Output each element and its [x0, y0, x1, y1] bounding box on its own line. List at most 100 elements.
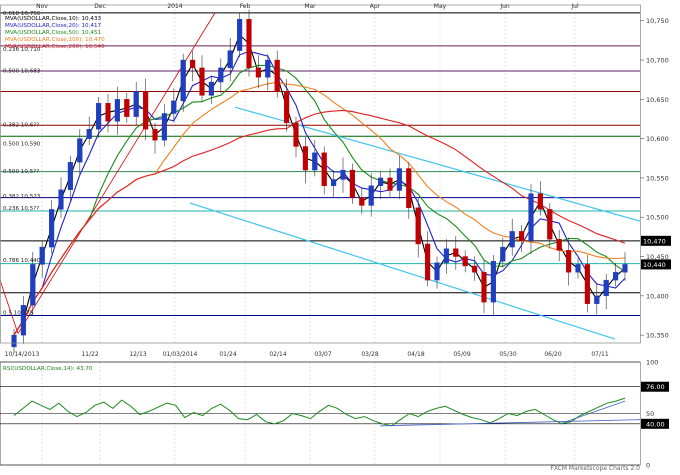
date-label: 12/13 [129, 351, 146, 358]
legend-entry: MVA(USDOLLAR,Close,20): 10,417 [5, 23, 102, 29]
legend-entry: MVA(USDOLLAR,Close,50): 10,451 [5, 30, 102, 36]
candle-body [246, 18, 252, 69]
date-label: 07/11 [591, 351, 608, 358]
date-label: 05/09 [453, 351, 470, 358]
candle-body [302, 146, 309, 171]
candle-body [312, 152, 318, 171]
candle-body [227, 50, 233, 69]
fib-label: 0.500 10,5?? [3, 169, 39, 175]
price-tick-label: 10,700 [646, 57, 669, 65]
candle-body [556, 239, 562, 251]
price-tick-label: 10,500 [646, 214, 669, 222]
candle-body [86, 128, 92, 139]
candle-body [453, 248, 459, 257]
date-label: 04/18 [407, 351, 424, 358]
rsi-tick-label: 50 [646, 410, 654, 418]
legend-entry: MVA(USDOLLAR,Close,10): 10,433 [5, 16, 102, 22]
fib-label: 0.236 10,5?? [3, 206, 39, 212]
price-tick-label: 10,650 [646, 96, 669, 104]
candle-body [142, 91, 149, 130]
price-tick-label: 10,350 [646, 332, 669, 340]
candle-body [622, 264, 628, 273]
candle-body [199, 67, 205, 96]
date-label: 06/20 [544, 351, 561, 358]
candle-body [415, 207, 421, 245]
candle-body [11, 334, 17, 348]
rsi-tick-label: 0 [646, 462, 650, 470]
month-label: Jun [499, 3, 510, 10]
month-label: Feb [240, 3, 251, 10]
candle-body [481, 272, 487, 303]
date-label: 03/28 [361, 351, 378, 358]
candle-body [95, 103, 102, 130]
candle-body [236, 18, 243, 51]
fib-label: 0.786 10,440 [3, 258, 41, 264]
candle-body [490, 261, 497, 303]
candle-body [584, 264, 591, 304]
month-label: Nov [36, 3, 48, 10]
candle-body [58, 189, 64, 210]
price-badge-label: 10,470 [643, 237, 666, 245]
candle-body [368, 185, 374, 206]
candle-body [331, 179, 337, 186]
candle-body [171, 100, 177, 114]
month-label: May [434, 3, 447, 10]
candle-body [349, 169, 356, 198]
rsi-label: RSI(USDOLLAR,Close,14): 43.70 [3, 366, 93, 372]
date-label: 03/07 [314, 351, 331, 358]
candle-body [406, 168, 412, 209]
candle-body [462, 256, 468, 267]
candle-body [39, 246, 45, 265]
candle-body [547, 209, 553, 240]
candle-body [321, 152, 327, 186]
candle-body [509, 231, 515, 248]
candle-body [425, 243, 431, 281]
candle-body [434, 262, 440, 281]
candle-body [293, 122, 299, 147]
fib-label: 0.382 10,523 [3, 194, 41, 200]
date-label: 05/30 [499, 351, 516, 358]
fib-label: 0.500 10,590 [3, 141, 41, 147]
candle-body [359, 197, 365, 206]
date-label: 11/22 [81, 351, 98, 358]
candle-body [528, 193, 534, 242]
candle-body [472, 265, 478, 273]
candle-body [443, 248, 450, 264]
candle-body [566, 250, 572, 273]
candle-body [255, 67, 262, 78]
candle-body [575, 264, 581, 273]
legend-entry: MVA(USDOLLAR,Close,100): 10,470 [5, 37, 105, 43]
candle-body [218, 67, 224, 83]
candle-body [114, 99, 121, 122]
candle-body [603, 279, 609, 297]
candle-body [49, 209, 55, 248]
month-label: Apr [370, 3, 381, 10]
chart-canvas: 0.618 10,7560.236 10,7100.500 10,6830.38… [0, 0, 680, 475]
rsi-tick-label: 40.00 [646, 420, 665, 428]
candle-body [208, 81, 215, 96]
candle-body [537, 193, 544, 210]
candle-body [105, 103, 111, 122]
candle-body [161, 113, 168, 141]
candle-body [500, 246, 506, 262]
price-tick-label: 10,750 [646, 17, 669, 25]
date-label: 10/14/2013 [5, 351, 40, 358]
candle-body [77, 138, 83, 163]
rsi-tick-label: 100 [646, 359, 658, 367]
candle-body [152, 128, 158, 141]
candle-body [378, 177, 384, 186]
month-label: 2014 [167, 3, 182, 10]
date-label: 01/03/2014 [163, 351, 198, 358]
price-tick-label: 10,600 [646, 135, 669, 143]
fib-label: 0.500 10,683 [3, 68, 41, 74]
date-label: 02/14 [269, 351, 286, 358]
candle-body [274, 59, 280, 92]
candle-body [180, 59, 186, 102]
candle-body [30, 264, 36, 306]
candle-body [133, 91, 139, 117]
month-label: Dec [94, 3, 106, 10]
candle-body [594, 295, 600, 304]
fib-label: 0.382 10,6?? [3, 123, 39, 129]
candle-body [519, 231, 525, 242]
legend-entry: MVA(USDOLLAR,Close,200): 10,540 [5, 44, 105, 50]
